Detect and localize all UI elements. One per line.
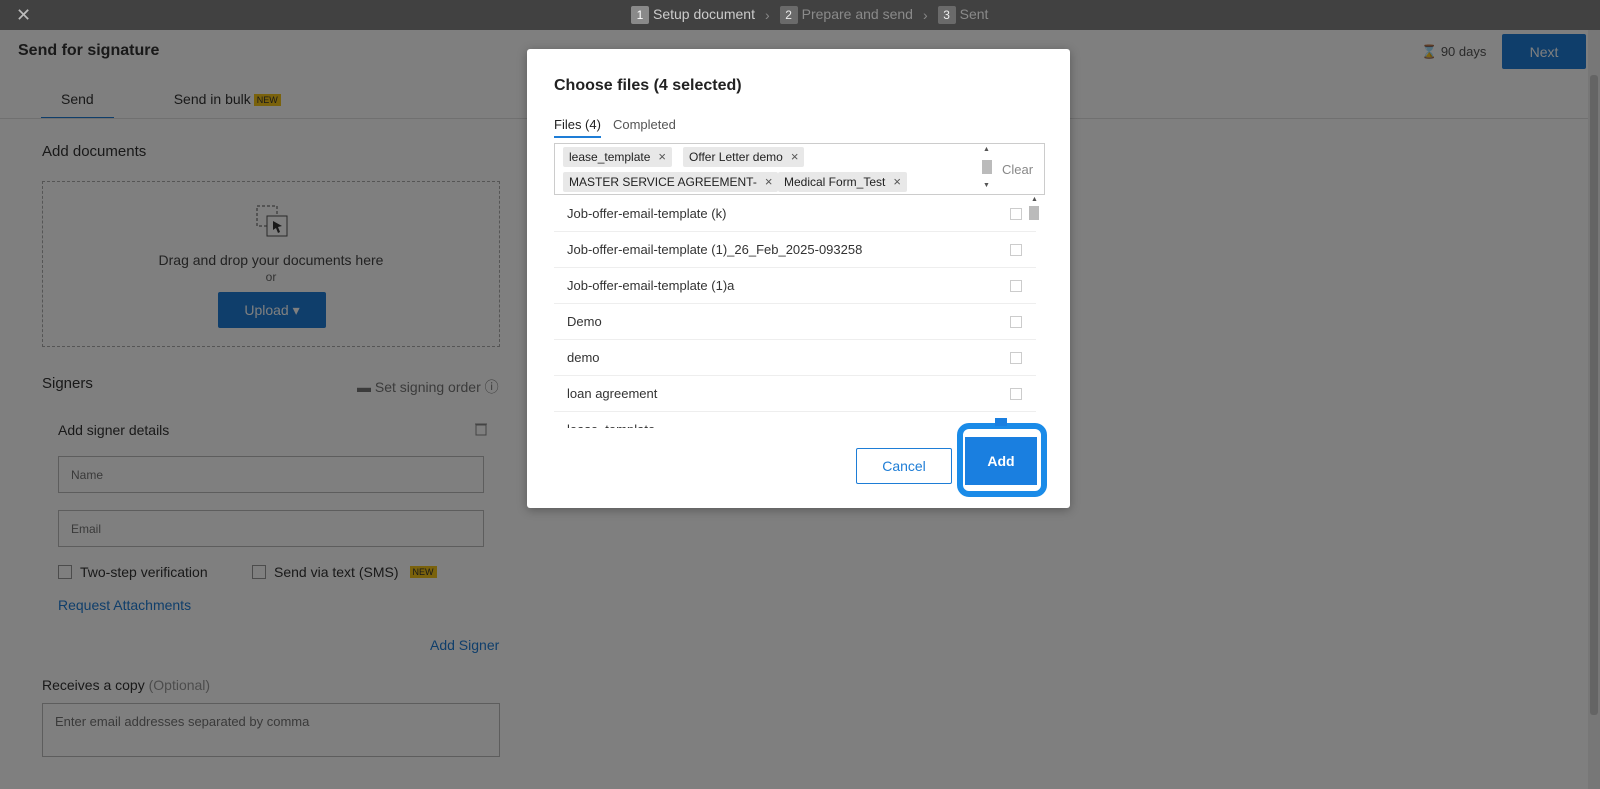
selected-file-chip: Medical Form_Test × bbox=[778, 172, 907, 192]
tab-files[interactable]: Files (4) bbox=[554, 117, 601, 138]
file-list-scrollbar[interactable]: ▲ bbox=[1027, 196, 1041, 428]
choose-files-modal: Choose files (4 selected) Files (4) Comp… bbox=[527, 49, 1070, 508]
list-item[interactable]: demo bbox=[554, 340, 1036, 376]
file-checkbox[interactable] bbox=[1010, 351, 1022, 364]
scroll-down-icon[interactable]: ▼ bbox=[983, 182, 990, 189]
modal-title: Choose files (4 selected) bbox=[554, 77, 742, 94]
remove-icon[interactable]: × bbox=[893, 174, 901, 189]
remove-icon[interactable]: × bbox=[658, 149, 666, 164]
file-checkbox[interactable] bbox=[1010, 315, 1022, 328]
step-indicator: 1 Setup document › 2 Prepare and send › 3S… bbox=[631, 6, 988, 24]
list-item[interactable]: loan agreement bbox=[554, 376, 1036, 412]
remove-icon[interactable]: × bbox=[765, 174, 773, 189]
file-checkbox[interactable] bbox=[1010, 243, 1022, 256]
list-item[interactable]: Job-offer-email-template (1)_26_Feb_2025… bbox=[554, 232, 1036, 268]
scroll-up-icon[interactable]: ▲ bbox=[983, 146, 990, 153]
add-button[interactable]: Add bbox=[965, 437, 1037, 485]
close-icon[interactable]: ✕ bbox=[16, 5, 31, 25]
tab-completed[interactable]: Completed bbox=[613, 117, 676, 138]
scrollbar-thumb[interactable] bbox=[1029, 206, 1039, 220]
selected-file-chip: MASTER SERVICE AGREEMENT- × bbox=[563, 172, 779, 192]
list-item[interactable]: Demo bbox=[554, 304, 1036, 340]
step-setup: 1 Setup document bbox=[631, 6, 755, 24]
highlight-marker bbox=[995, 418, 1007, 426]
scrollbar-thumb[interactable] bbox=[982, 160, 992, 174]
remove-icon[interactable]: × bbox=[791, 149, 799, 164]
file-checkbox[interactable] bbox=[1010, 279, 1022, 292]
selected-file-chip: lease_template × bbox=[563, 147, 672, 167]
file-checkbox[interactable] bbox=[1010, 387, 1022, 400]
clear-button[interactable]: Clear bbox=[1002, 162, 1033, 177]
file-checkbox[interactable] bbox=[1010, 207, 1022, 220]
modal-tabs: Files (4) Completed bbox=[554, 117, 676, 138]
step-prepare: 2 Prepare and send bbox=[779, 6, 913, 24]
chevron-right-icon: › bbox=[764, 7, 770, 23]
selected-file-chip: Offer Letter demo × bbox=[683, 147, 805, 167]
cancel-button[interactable]: Cancel bbox=[856, 448, 952, 484]
step-sent: 3 Sent bbox=[937, 6, 988, 24]
list-item[interactable]: Job-offer-email-template (k) bbox=[554, 196, 1036, 232]
selected-files-box: lease_template × Offer Letter demo × MASTE… bbox=[554, 143, 1045, 195]
scroll-up-icon[interactable]: ▲ bbox=[1031, 196, 1038, 203]
top-step-bar: ✕ 1 Setup document › 2 Prepare and send › … bbox=[0, 0, 1600, 30]
list-item[interactable]: Job-offer-email-template (1)a bbox=[554, 268, 1036, 304]
chip-scrollbar[interactable]: ▲ ▼ bbox=[980, 144, 994, 194]
file-list: Job-offer-email-template (k) Job-offer-e… bbox=[554, 196, 1036, 428]
chevron-right-icon: › bbox=[922, 7, 928, 23]
